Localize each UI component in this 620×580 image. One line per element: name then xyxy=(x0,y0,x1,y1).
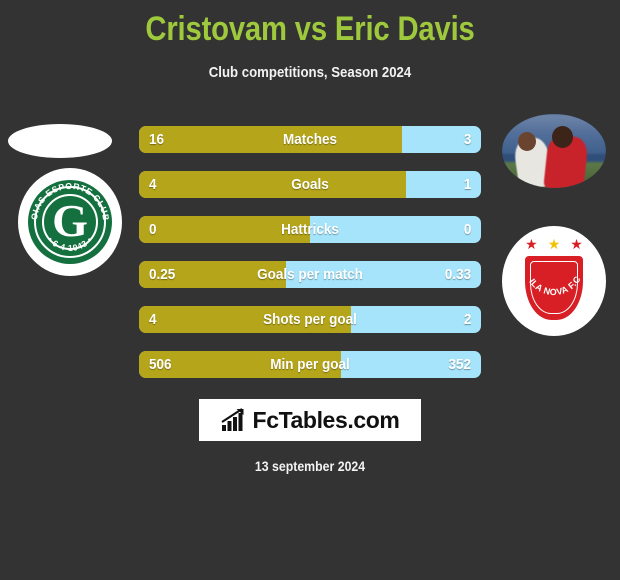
stat-bars: 16 Matches 3 4 Goals 1 0 Hattricks 0 0.2… xyxy=(139,126,481,396)
page-title: Cristovam vs Eric Davis xyxy=(145,10,475,48)
photo-player-red-head xyxy=(552,126,573,148)
stat-label: Shots per goal xyxy=(263,311,357,328)
footer-date: 13 september 2024 xyxy=(254,458,366,474)
star-left-icon: ★ xyxy=(525,236,538,252)
home-player-photo xyxy=(8,124,112,158)
crest-arc-bottom-label: • 6-4-1943 • xyxy=(46,235,94,253)
stat-row-shots-per-goal: 4 Shots per goal 2 xyxy=(139,306,481,333)
logo-inner: FcTables.com xyxy=(220,406,400,434)
stat-row-goals: 4 Goals 1 xyxy=(139,171,481,198)
crest-arc-top-label: GOIAS ESPORTE CLUBE xyxy=(28,180,111,222)
crest-band: VILA NOVA F.C. xyxy=(525,276,583,298)
svg-text:• 6-4-1943 •: • 6-4-1943 • xyxy=(46,235,95,253)
stat-label: Goals per match xyxy=(257,266,363,283)
stat-label: Matches xyxy=(282,131,338,148)
logo-text: FcTables.com xyxy=(252,406,400,433)
stat-row-hattricks: 0 Hattricks 0 xyxy=(139,216,481,243)
fctables-logo[interactable]: FcTables.com xyxy=(199,399,421,441)
away-value: 2 xyxy=(463,311,471,328)
stat-comparison-page: Cristovam vs Eric Davis Club competition… xyxy=(0,0,620,580)
stat-row-min-per-goal: 506 Min per goal 352 xyxy=(139,351,481,378)
away-value: 3 xyxy=(463,131,471,148)
away-value: 0 xyxy=(463,221,471,238)
stat-label: Goals xyxy=(291,176,329,193)
stat-row-goals-per-match: 0.25 Goals per match 0.33 xyxy=(139,261,481,288)
away-value: 1 xyxy=(463,176,471,193)
star-right-icon: ★ xyxy=(570,236,583,252)
away-value: 352 xyxy=(448,356,471,373)
home-club-crest: G GOIAS ESPORTE CLUBE • 6-4-1943 • xyxy=(18,168,122,276)
away-value: 0.33 xyxy=(444,266,471,283)
page-subtitle: Club competitions, Season 2024 xyxy=(208,64,412,81)
crest-stars: ★ ★ ★ xyxy=(502,234,606,254)
stat-label: Hattricks xyxy=(281,221,339,238)
crest-arc-text: GOIAS ESPORTE CLUBE • 6-4-1943 • xyxy=(28,180,111,253)
stat-label: Min per goal xyxy=(270,356,350,373)
stat-row-matches: 16 Matches 3 xyxy=(139,126,481,153)
away-club-crest: ★ ★ ★ VILA NOVA F.C. xyxy=(502,226,606,336)
svg-text:GOIAS ESPORTE CLUBE: GOIAS ESPORTE CLUBE xyxy=(28,180,111,222)
bar-chart-growth-icon xyxy=(220,408,244,431)
star-center-icon: ★ xyxy=(547,236,561,252)
svg-text:VILA NOVA F.C.: VILA NOVA F.C. xyxy=(525,276,583,297)
away-player-photo xyxy=(502,114,606,188)
photo-player-white-head xyxy=(518,132,536,151)
crest-band-label: VILA NOVA F.C. xyxy=(525,276,582,297)
